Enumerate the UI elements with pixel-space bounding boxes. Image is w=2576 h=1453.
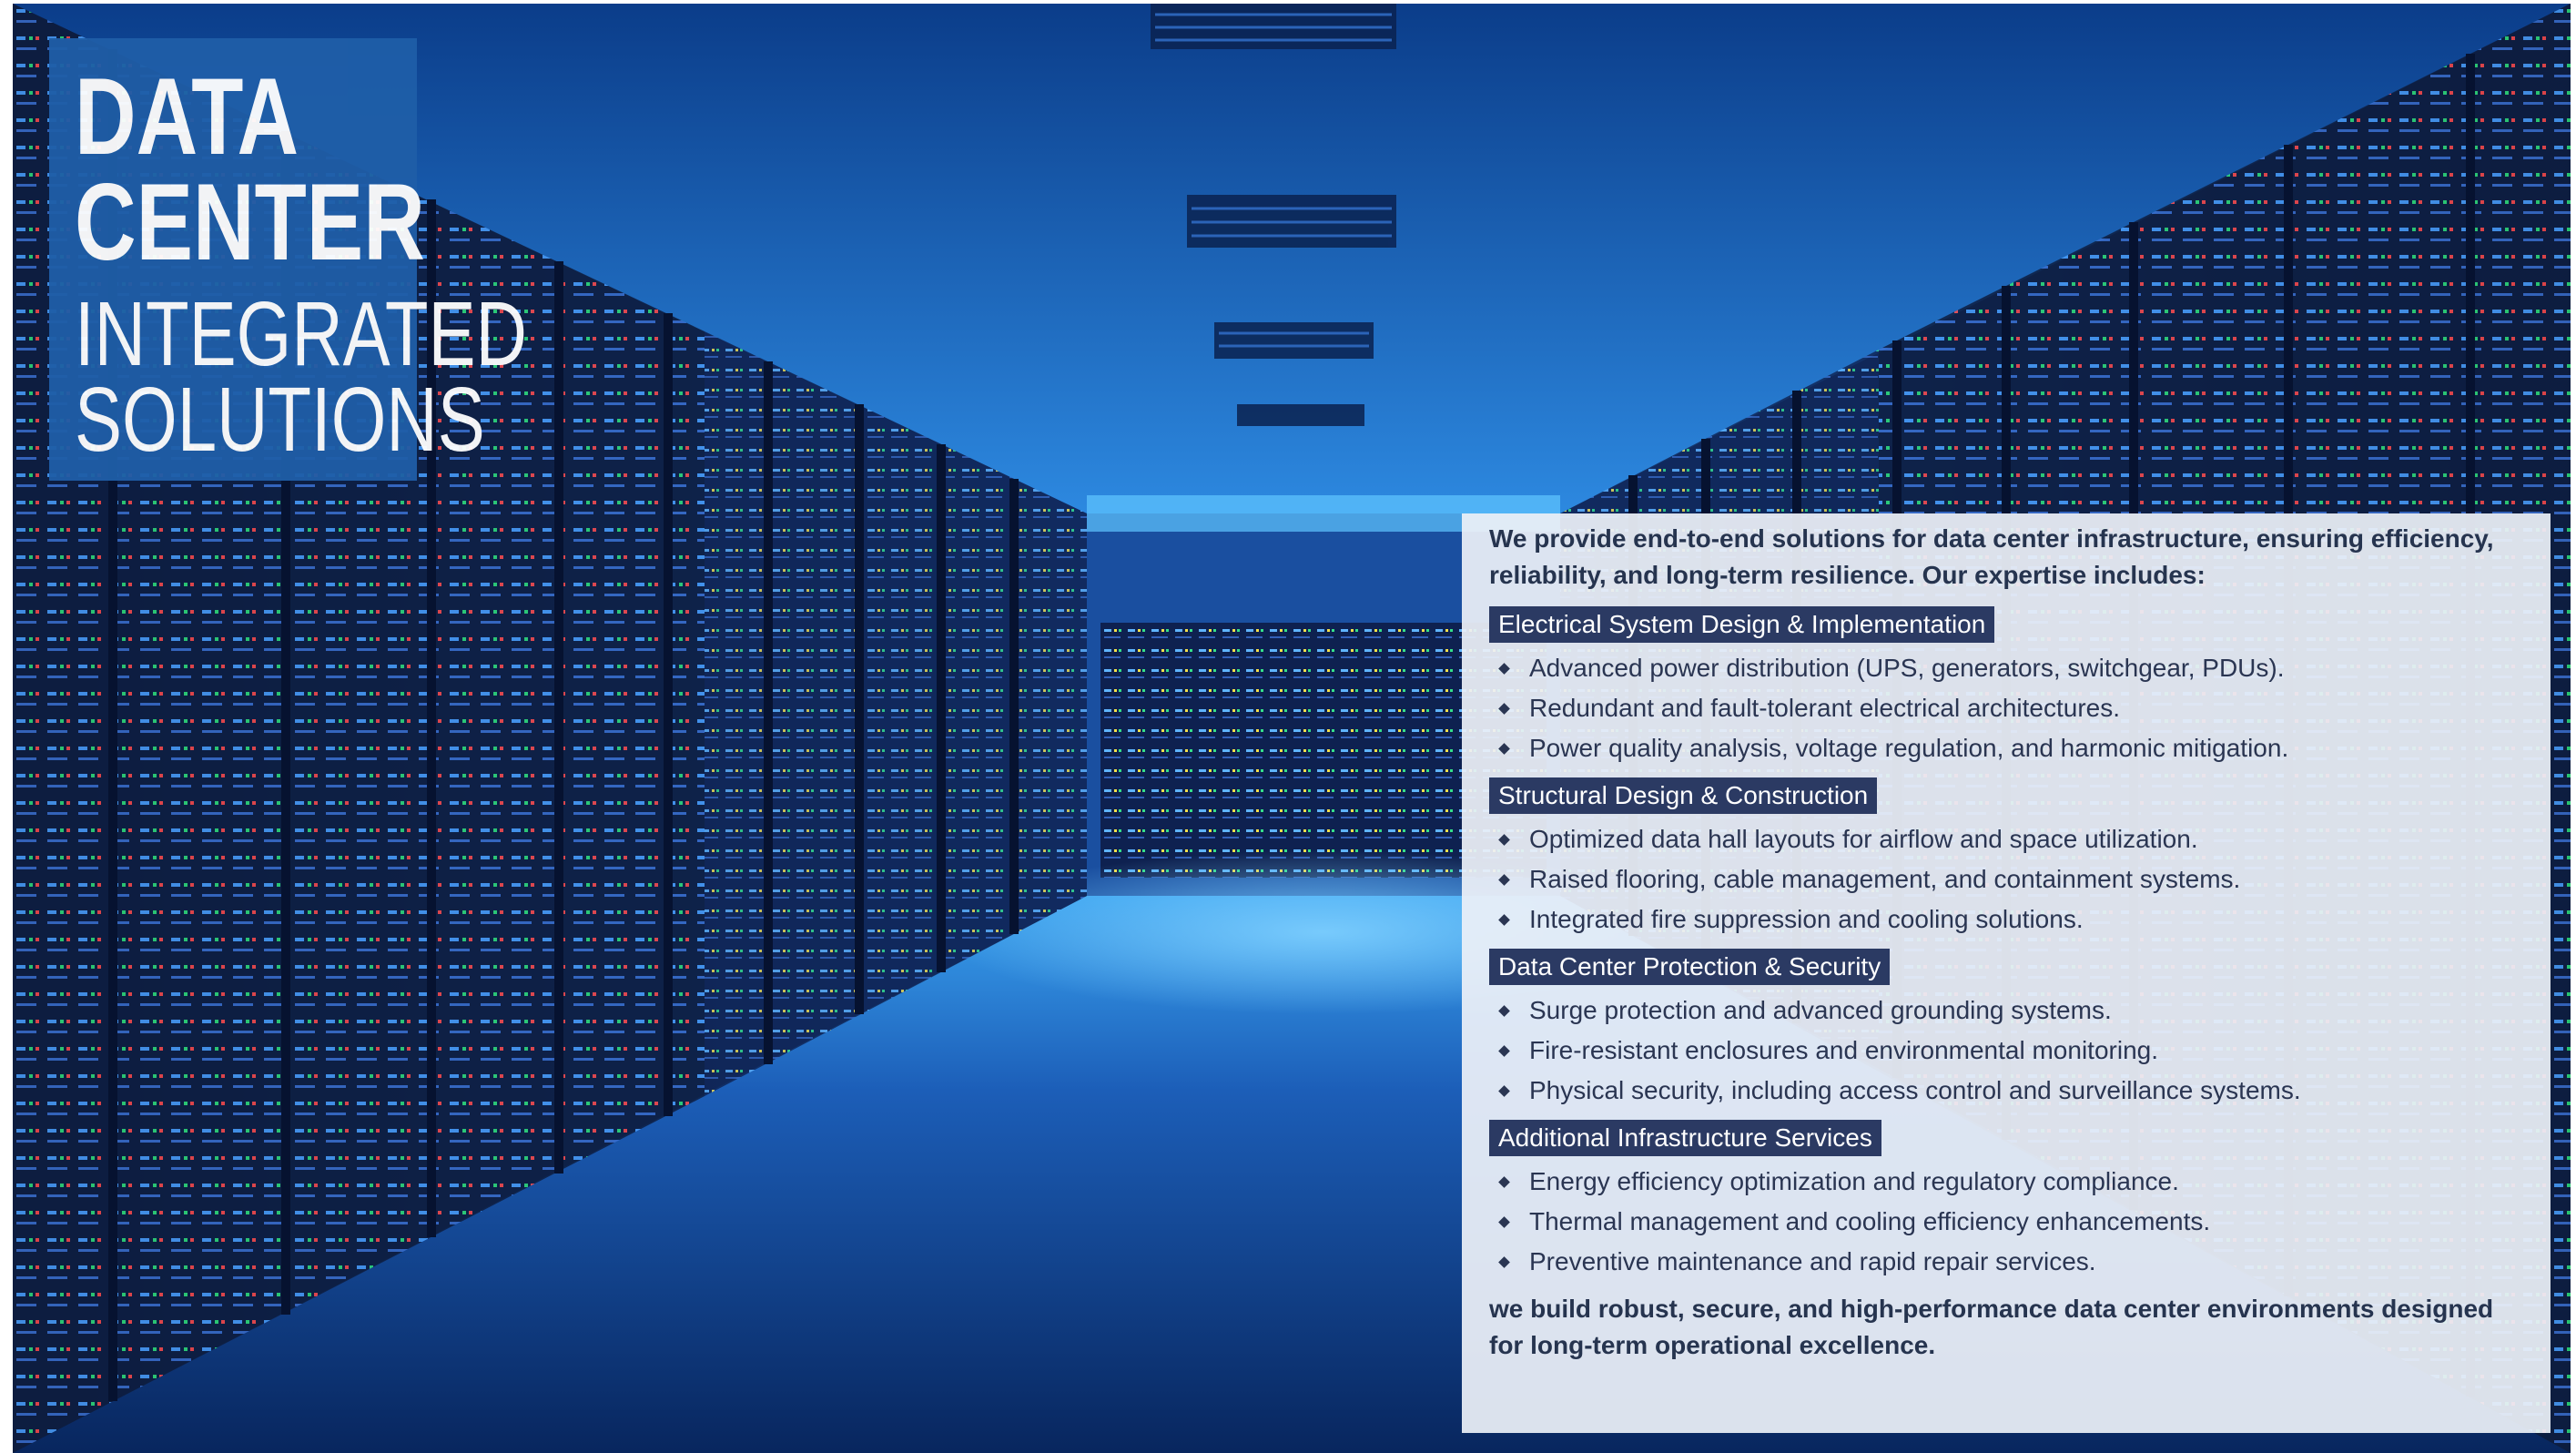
list-item-text: Fire-resistant enclosures and environmen… [1529, 1036, 2158, 1064]
list-item: Raised flooring, cable management, and c… [1489, 859, 2523, 899]
section-heading: Additional Infrastructure Services [1489, 1120, 1881, 1156]
brochure-page: DATA CENTER INTEGRATED SOLUTIONS We prov… [13, 4, 2571, 1453]
diamond-bullet-icon [1498, 1176, 1510, 1188]
list-item-text: Advanced power distribution (UPS, genera… [1529, 654, 2285, 682]
list-item: Advanced power distribution (UPS, genera… [1489, 648, 2523, 688]
diamond-bullet-icon [1498, 1085, 1510, 1097]
bullet-list: Optimized data hall layouts for airflow … [1489, 819, 2523, 940]
diamond-bullet-icon [1498, 703, 1510, 715]
diamond-bullet-icon [1498, 874, 1510, 886]
diamond-bullet-icon [1498, 1005, 1510, 1017]
list-item: Redundant and fault-tolerant electrical … [1489, 688, 2523, 728]
info-panel: We provide end-to-end solutions for data… [1462, 513, 2551, 1433]
title-line-data: DATA [75, 56, 299, 178]
diamond-bullet-icon [1498, 914, 1510, 926]
list-item: Surge protection and advanced grounding … [1489, 991, 2523, 1031]
list-item-text: Energy efficiency optimization and regul… [1529, 1167, 2179, 1195]
diamond-bullet-icon [1498, 1256, 1510, 1268]
section-structural: Structural Design & Construction Optimiz… [1489, 777, 2523, 940]
title-line-center: CENTER [75, 161, 425, 283]
list-item-text: Thermal management and cooling efficienc… [1529, 1207, 2211, 1235]
list-item-text: Physical security, including access cont… [1529, 1076, 2301, 1104]
list-item-text: Integrated fire suppression and cooling … [1529, 905, 2084, 933]
list-item: Integrated fire suppression and cooling … [1489, 899, 2523, 940]
closing-text: we build robust, secure, and high-perfor… [1489, 1295, 2494, 1359]
list-item: Preventive maintenance and rapid repair … [1489, 1242, 2523, 1282]
diamond-bullet-icon [1498, 834, 1510, 846]
list-item-text: Raised flooring, cable management, and c… [1529, 865, 2241, 893]
title-line-solutions: SOLUTIONS [75, 369, 485, 471]
bullet-list: Energy efficiency optimization and regul… [1489, 1162, 2523, 1282]
list-item: Physical security, including access cont… [1489, 1071, 2523, 1111]
bullet-list: Surge protection and advanced grounding … [1489, 991, 2523, 1111]
list-item-text: Surge protection and advanced grounding … [1529, 996, 2112, 1024]
list-item-text: Power quality analysis, voltage regulati… [1529, 734, 2289, 762]
section-electrical: Electrical System Design & Implementatio… [1489, 606, 2523, 768]
diamond-bullet-icon [1498, 743, 1510, 755]
section-heading: Electrical System Design & Implementatio… [1489, 606, 1995, 643]
intro-text: We provide end-to-end solutions for data… [1489, 524, 2494, 589]
list-item: Power quality analysis, voltage regulati… [1489, 728, 2523, 768]
list-item-text: Preventive maintenance and rapid repair … [1529, 1247, 2096, 1275]
section-heading: Structural Design & Construction [1489, 777, 1878, 814]
bullet-list: Advanced power distribution (UPS, genera… [1489, 648, 2523, 768]
section-heading: Data Center Protection & Security [1489, 949, 1891, 985]
section-protection: Data Center Protection & Security Surge … [1489, 949, 2523, 1111]
diamond-bullet-icon [1498, 1045, 1510, 1057]
list-item-text: Optimized data hall layouts for airflow … [1529, 825, 2198, 853]
list-item: Optimized data hall layouts for airflow … [1489, 819, 2523, 859]
list-item: Fire-resistant enclosures and environmen… [1489, 1031, 2523, 1071]
list-item-text: Redundant and fault-tolerant electrical … [1529, 694, 2121, 722]
title-line-integrated: INTEGRATED [75, 283, 527, 385]
title-block: DATA CENTER INTEGRATED SOLUTIONS [49, 38, 527, 481]
list-item: Energy efficiency optimization and regul… [1489, 1162, 2523, 1202]
diamond-bullet-icon [1498, 1216, 1510, 1228]
list-item: Thermal management and cooling efficienc… [1489, 1202, 2523, 1242]
diamond-bullet-icon [1498, 663, 1510, 675]
section-additional: Additional Infrastructure Services Energ… [1489, 1120, 2523, 1282]
